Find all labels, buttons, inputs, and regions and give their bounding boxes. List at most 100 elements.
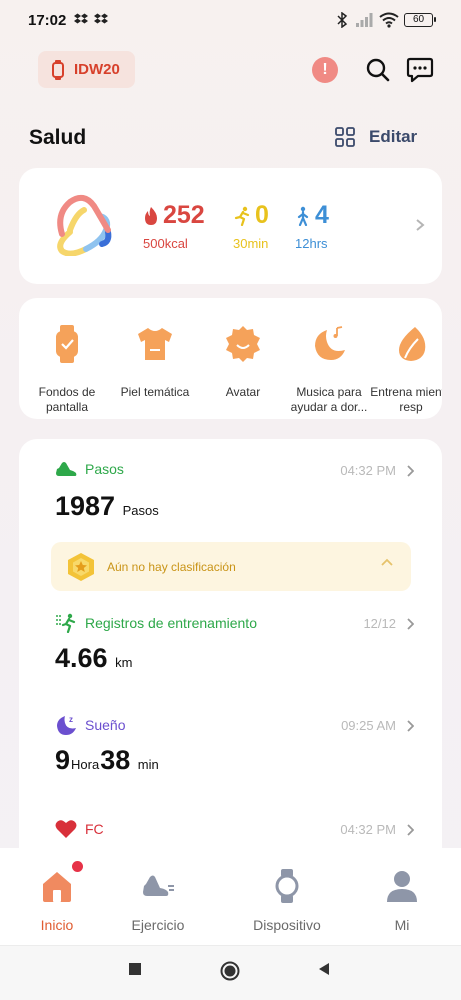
watch-icon bbox=[56, 325, 78, 363]
heart-time: 04:32 PM bbox=[340, 822, 396, 837]
standing-metric: 4 12hrs bbox=[295, 201, 329, 251]
exercise-metric: 0 30min bbox=[233, 201, 269, 251]
nav-label: Mi bbox=[394, 917, 410, 933]
signal-icon bbox=[356, 13, 373, 27]
chevron-up-icon[interactable] bbox=[381, 558, 393, 566]
shirt-icon bbox=[138, 328, 172, 360]
home-icon bbox=[43, 872, 71, 902]
nav-exercise[interactable]: Ejercicio bbox=[108, 868, 208, 933]
exercise-value: 0 bbox=[255, 201, 269, 229]
shortcut-wallpaper[interactable]: Fondos de pantalla bbox=[23, 324, 111, 415]
sleep-value: 9Hora38 min bbox=[55, 745, 159, 776]
exercise-goal: 30min bbox=[233, 236, 269, 251]
edit-label: Editar bbox=[369, 127, 418, 146]
chevron-right-icon bbox=[407, 617, 414, 630]
calories-goal: 500kcal bbox=[143, 236, 188, 251]
nav-device[interactable]: Dispositivo bbox=[237, 868, 337, 933]
alert-icon[interactable]: ! bbox=[312, 57, 338, 83]
sleep-minutes: 38 bbox=[100, 745, 131, 775]
moon-icon: z bbox=[57, 715, 76, 735]
chevron-right-icon bbox=[416, 219, 425, 231]
moon-music-icon bbox=[315, 326, 345, 360]
leaf-icon bbox=[399, 327, 426, 361]
training-value: 4.66 km bbox=[55, 643, 132, 674]
nav-home[interactable]: Inicio bbox=[7, 868, 107, 933]
chevron-right-icon bbox=[407, 719, 414, 732]
shoe-icon bbox=[143, 875, 174, 896]
activity-rings-icon bbox=[57, 194, 112, 256]
page-title: Salud bbox=[29, 126, 87, 149]
ranking-text: Aún no hay clasificación bbox=[107, 559, 236, 574]
sleep-hours-unit: Hora bbox=[71, 757, 100, 772]
sleep-time: 09:25 AM bbox=[341, 718, 396, 733]
home-circle-icon[interactable] bbox=[220, 961, 240, 981]
dropbox-icon bbox=[94, 13, 108, 24]
search-icon[interactable] bbox=[365, 57, 391, 83]
shortcut-label: Fondos de pantalla bbox=[38, 385, 96, 414]
shortcuts-card: Fondos de pantalla Piel temática Avatar … bbox=[19, 298, 442, 419]
training-title: Registros de entrenamiento bbox=[85, 615, 257, 631]
training-unit: km bbox=[115, 655, 133, 670]
bluetooth-icon bbox=[337, 12, 348, 28]
steps-time: 04:32 PM bbox=[340, 463, 396, 478]
standing-goal: 12hrs bbox=[295, 236, 328, 251]
nav-label: Inicio bbox=[40, 917, 74, 933]
svg-text:z: z bbox=[69, 715, 73, 724]
system-nav-bar bbox=[0, 945, 461, 1000]
wifi-icon bbox=[379, 12, 399, 28]
activity-summary-card[interactable]: 252 500kcal 0 30min 4 12hrs bbox=[19, 168, 442, 284]
shortcut-label: Entrena miento resp bbox=[370, 385, 442, 414]
calories-metric: 252 500kcal bbox=[143, 201, 205, 251]
training-time: 12/12 bbox=[363, 616, 396, 631]
grid-icon bbox=[335, 127, 355, 147]
medal-icon bbox=[68, 552, 94, 581]
device-name: IDW20 bbox=[74, 61, 120, 78]
chevron-right-icon bbox=[407, 464, 414, 477]
status-bar: 17:02 60 bbox=[0, 0, 461, 40]
status-time: 17:02 bbox=[28, 12, 67, 29]
training-number: 4.66 bbox=[55, 643, 108, 673]
message-icon[interactable] bbox=[406, 57, 434, 83]
heart-icon bbox=[55, 820, 77, 838]
nav-label: Ejercicio bbox=[131, 917, 185, 933]
shortcut-sleep-music[interactable]: Musica para ayudar a dor... bbox=[285, 324, 373, 415]
shortcut-label: Musica para ayudar a dor... bbox=[290, 385, 368, 414]
shortcut-avatar[interactable]: Avatar bbox=[199, 324, 287, 400]
nav-label: Dispositivo bbox=[253, 917, 321, 933]
sleep-title: Sueño bbox=[85, 717, 126, 733]
shoe-icon bbox=[56, 462, 77, 476]
steps-title: Pasos bbox=[85, 461, 124, 477]
dropbox-icon bbox=[74, 13, 88, 24]
standing-value: 4 bbox=[315, 201, 329, 229]
bottom-nav: Inicio Ejercicio Dispositivo Mi bbox=[0, 848, 461, 945]
health-data-card: Pasos 04:32 PM 1987 Pasos Aún no hay cla… bbox=[19, 439, 442, 869]
shortcut-theme[interactable]: Piel temática bbox=[111, 324, 199, 400]
avatar-icon bbox=[226, 326, 260, 362]
chevron-right-icon bbox=[407, 823, 414, 836]
steps-number: 1987 bbox=[55, 491, 116, 521]
device-selector[interactable]: IDW20 bbox=[38, 51, 135, 88]
recents-icon[interactable] bbox=[128, 962, 142, 976]
flame-icon bbox=[145, 206, 157, 225]
ranking-banner[interactable]: Aún no hay clasificación bbox=[51, 542, 411, 591]
heart-title: FC bbox=[85, 821, 104, 837]
watch-icon bbox=[52, 59, 64, 80]
steps-unit: Pasos bbox=[122, 503, 159, 518]
training-icon bbox=[56, 613, 76, 633]
edit-button[interactable]: Editar bbox=[335, 127, 417, 147]
back-icon[interactable] bbox=[317, 962, 331, 976]
running-icon bbox=[234, 206, 250, 226]
calories-value: 252 bbox=[163, 201, 205, 229]
sleep-hours: 9 bbox=[55, 745, 71, 775]
sleep-minutes-unit: min bbox=[137, 757, 159, 772]
user-icon bbox=[387, 871, 417, 902]
watch-icon bbox=[275, 869, 299, 903]
shortcut-label: Piel temática bbox=[120, 385, 190, 399]
walking-icon bbox=[297, 206, 309, 226]
shortcut-label: Avatar bbox=[225, 385, 261, 399]
nav-profile[interactable]: Mi bbox=[352, 868, 452, 933]
battery-indicator: 60 bbox=[404, 13, 436, 27]
steps-value: 1987 Pasos bbox=[55, 491, 159, 522]
notification-dot bbox=[72, 861, 83, 872]
shortcut-breathing[interactable]: Entrena miento resp bbox=[367, 324, 442, 415]
